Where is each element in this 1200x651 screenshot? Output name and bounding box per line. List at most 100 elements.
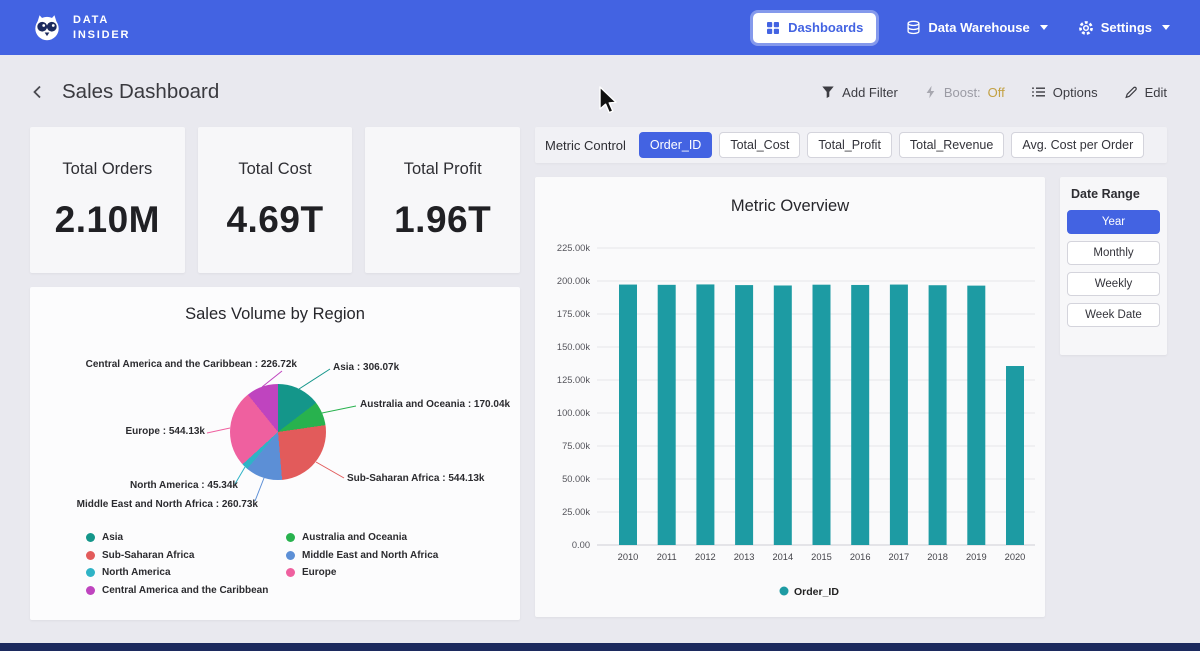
legend-item[interactable]: Europe [286,567,438,578]
back-button[interactable] [30,84,46,100]
legend-dot [780,587,789,596]
x-tick-label: 2010 [618,552,639,562]
metric-button-1[interactable]: Total_Cost [719,132,800,158]
y-tick-label: 225.00k [557,243,590,253]
legend-item[interactable]: Asia [86,532,268,543]
y-tick-label: 0.00 [572,540,590,550]
y-tick-label: 25.00k [562,507,590,517]
pie-label-north-america: North America : 45.34k [130,480,238,491]
y-tick-label: 150.00k [557,342,590,352]
add-filter-button[interactable]: Add Filter [821,85,898,100]
legend-item[interactable]: Sub-Saharan Africa [86,550,268,561]
legend-label: Sub-Saharan Africa [102,550,194,561]
y-tick-label: 175.00k [557,309,590,319]
kpi-row: Total Orders 2.10M Total Cost 4.69T Tota… [30,127,520,273]
date-range-button-0[interactable]: Year [1067,210,1160,234]
x-tick-label: 2011 [657,552,677,562]
list-icon [1031,85,1046,99]
legend-label: Europe [302,567,336,578]
bar-chart-svg[interactable]: 225.00k200.00k175.00k150.00k125.00k100.0… [535,222,1045,617]
logo-line1: DATA [73,13,130,28]
date-range-button-3[interactable]: Week Date [1067,303,1160,327]
kpi-value: 4.69T [226,199,323,241]
kpi-card-total-orders[interactable]: Total Orders 2.10M [30,127,185,273]
kpi-card-total-profit[interactable]: Total Profit 1.96T [365,127,520,273]
x-tick-label: 2015 [811,552,832,562]
x-tick-label: 2019 [966,552,987,562]
settings-menu[interactable]: Settings [1078,20,1170,36]
metric-button-2[interactable]: Total_Profit [807,132,892,158]
x-tick-label: 2020 [1005,552,1026,562]
app-logo[interactable]: DATA INSIDER [30,11,130,45]
date-range-button-1[interactable]: Monthly [1067,241,1160,265]
data-warehouse-label: Data Warehouse [928,20,1029,35]
pie-chart-card: Sales Volume by Region Central America a… [30,287,520,620]
bar[interactable] [1006,366,1024,545]
metric-button-3[interactable]: Total_Revenue [899,132,1004,158]
pie-label-asia: Asia : 306.07k [333,362,399,373]
top-navbar: DATA INSIDER Dashboards Data Warehouse [0,0,1200,55]
legend-dot [86,533,95,542]
bar[interactable] [890,285,908,545]
pie-connector-line [299,369,330,389]
options-button[interactable]: Options [1031,85,1098,100]
x-tick-label: 2017 [889,552,910,562]
metric-control-bar: Metric Control Order_ID Total_Cost Total… [535,127,1167,163]
dashboards-button[interactable]: Dashboards [753,13,876,43]
bar[interactable] [696,284,714,545]
legend-item[interactable]: Central America and the Caribbean [86,585,268,596]
kpi-label: Total Orders [62,160,152,179]
kpi-value: 1.96T [394,199,491,241]
chevron-down-icon [1162,25,1170,30]
date-range-button-2[interactable]: Weekly [1067,272,1160,296]
y-tick-label: 75.00k [562,441,590,451]
legend-item[interactable]: Middle East and North Africa [286,550,438,561]
data-warehouse-menu[interactable]: Data Warehouse [906,20,1047,35]
legend-label: Central America and the Caribbean [102,585,268,596]
metric-button-0[interactable]: Order_ID [639,132,712,158]
pie-connector-line [207,428,230,433]
pie-label-europe: Europe : 544.13k [126,426,205,437]
y-tick-label: 100.00k [557,408,590,418]
y-tick-label: 125.00k [557,375,590,385]
date-range-panel: Date Range Year Monthly Weekly Week Date [1060,177,1167,355]
legend-item[interactable]: Australia and Oceania [286,532,438,543]
legend-label: Asia [102,532,123,543]
legend-label: Australia and Oceania [302,532,407,543]
date-range-title: Date Range [1071,187,1160,201]
bar[interactable] [813,285,831,545]
page-title: Sales Dashboard [62,80,219,104]
funnel-icon [821,85,835,99]
y-tick-label: 50.00k [562,474,590,484]
edit-button[interactable]: Edit [1124,85,1167,100]
pie-label-australia-oceania: Australia and Oceania : 170.04k [360,399,510,410]
bar[interactable] [735,285,753,545]
bar-chart-title: Metric Overview [535,197,1045,216]
pie-label-middle-east-north-africa: Middle East and North Africa : 260.73k [77,499,258,510]
pencil-icon [1124,85,1138,99]
bar[interactable] [967,286,985,545]
owl-logo-icon [30,11,64,45]
bar[interactable] [619,285,637,545]
legend-dot [286,568,295,577]
navbar-right: Dashboards Data Warehouse Settings [753,13,1170,43]
edit-label: Edit [1145,85,1167,100]
header-actions: Add Filter Boost: Off Options [821,85,1167,100]
gear-icon [1078,20,1094,36]
legend-item[interactable]: North America [86,567,268,578]
x-tick-label: 2014 [772,552,793,562]
pie-connector-line [322,406,356,413]
boost-toggle[interactable]: Boost: Off [924,85,1005,100]
database-icon [906,20,921,35]
bar[interactable] [851,285,869,545]
bar[interactable] [774,285,792,545]
metric-button-4[interactable]: Avg. Cost per Order [1011,132,1144,158]
kpi-label: Total Cost [238,160,311,179]
pie-chart[interactable] [230,384,326,480]
bar[interactable] [929,285,947,545]
kpi-card-total-cost[interactable]: Total Cost 4.69T [198,127,353,273]
page-header: Sales Dashboard Add Filter Boost: Off [30,74,1167,110]
logo-text: DATA INSIDER [73,13,130,43]
bolt-icon [924,85,937,99]
bar[interactable] [658,285,676,545]
